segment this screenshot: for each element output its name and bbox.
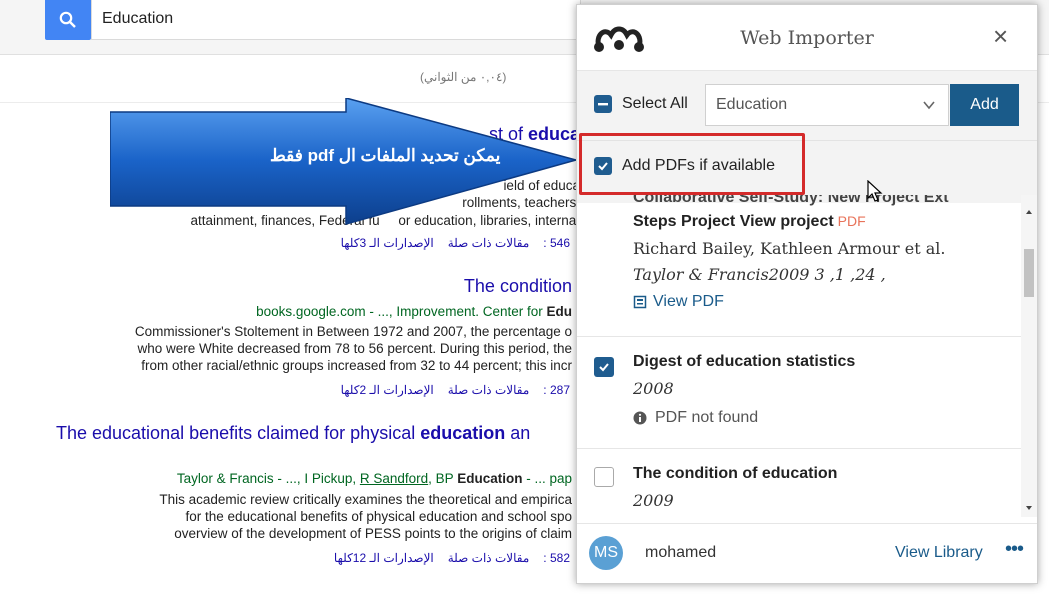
- list-item: Collaborative Self-Study: New Project Ex…: [577, 195, 1022, 337]
- item-checkbox[interactable]: [594, 357, 614, 377]
- search-icon: [59, 11, 76, 28]
- panel-title: Web Importer: [740, 27, 874, 49]
- list-item: The condition of education 2009: [577, 449, 1022, 517]
- importer-toolbar: Select All Education Add: [577, 71, 1037, 141]
- annotation-arrow: يمكن تحديد الملفات ال pdf فقط: [109, 97, 580, 228]
- result-3-snippet: This academic review critically examines…: [159, 492, 572, 541]
- add-button[interactable]: Add: [950, 84, 1019, 126]
- result-2-links[interactable]: 287 :مقالات ذات صلةالإصدارات الـ 2كلها: [300, 382, 570, 399]
- indeterminate-checkbox-icon: [594, 95, 612, 113]
- folder-select[interactable]: Education: [705, 84, 949, 126]
- pdf-file-icon: [633, 295, 647, 309]
- result-2-title[interactable]: The condition: [60, 277, 572, 295]
- scroll-thumb[interactable]: [1024, 249, 1034, 297]
- result-2-snippet: Commissioner's Stoltement in Between 197…: [134, 324, 572, 373]
- result-3: The educational benefits claimed for phy…: [56, 424, 576, 442]
- result-3-source: Taylor & Francis - ..., I Pickup, R Sand…: [176, 471, 572, 486]
- select-all-checkbox[interactable]: Select All: [594, 95, 688, 113]
- checkbox-checked-icon: [594, 157, 612, 175]
- pdf-status: PDF not found: [633, 409, 758, 427]
- chevron-down-icon: [923, 101, 935, 110]
- folder-select-value: Education: [716, 96, 788, 113]
- item-title[interactable]: Digest of education statistics: [633, 353, 855, 371]
- item-meta: Taylor & Francis2009 3 ,1 ,24 ,: [633, 265, 886, 284]
- result-1-links[interactable]: 546 :مقالات ذات صلةالإصدارات الـ 3كلها: [300, 235, 570, 252]
- item-year: 2009: [633, 491, 674, 510]
- web-importer-panel: Web Importer × Select All Education Add …: [576, 4, 1038, 584]
- item-year: 2008: [633, 379, 674, 398]
- close-icon[interactable]: ×: [993, 23, 1008, 49]
- list-scrollbar[interactable]: [1021, 195, 1037, 517]
- select-all-label: Select All: [622, 95, 688, 112]
- result-3-links[interactable]: 582 :مقالات ذات صلةالإصدارات الـ 12كلها: [300, 550, 570, 567]
- list-item: Digest of education statistics 2008 PDF …: [577, 337, 1022, 449]
- scroll-up-icon[interactable]: [1021, 205, 1037, 219]
- avatar[interactable]: MS: [589, 536, 623, 570]
- item-authors: Richard Bailey, Kathleen Armour et al.: [633, 239, 946, 258]
- item-title[interactable]: The condition of education: [633, 465, 837, 483]
- view-library-link[interactable]: View Library: [895, 544, 983, 562]
- results-stats: (٠,٠٤ من الثواني): [420, 70, 507, 84]
- panel-header: Web Importer ×: [577, 5, 1037, 71]
- add-pdfs-label: Add PDFs if available: [622, 157, 775, 174]
- scroll-down-icon[interactable]: [1021, 501, 1037, 515]
- arrow-label: يمكن تحديد الملفات ال pdf فقط: [270, 146, 501, 165]
- search-button[interactable]: [45, 0, 91, 40]
- add-pdfs-checkbox[interactable]: Add PDFs if available: [594, 157, 775, 175]
- panel-footer: MS mohamed View Library •••: [577, 523, 1037, 583]
- item-title-top: Collaborative Self-Study: New Project Ex…: [633, 195, 949, 206]
- result-2-source: books.google.com - ..., Improvement. Cen…: [256, 304, 572, 319]
- mouse-cursor-icon: [867, 180, 883, 202]
- pdf-tag: PDF: [837, 213, 866, 229]
- view-pdf-link[interactable]: View PDF: [633, 293, 724, 311]
- search-input[interactable]: Education: [91, 0, 581, 40]
- more-options-icon[interactable]: •••: [1005, 538, 1024, 561]
- reference-list: Collaborative Self-Study: New Project Ex…: [577, 195, 1022, 517]
- result-3-title[interactable]: The educational benefits claimed for phy…: [56, 424, 576, 442]
- item-checkbox[interactable]: [594, 467, 614, 487]
- user-name: mohamed: [645, 544, 717, 561]
- item-title[interactable]: Steps Project View project PDF: [633, 213, 866, 231]
- result-2: The condition: [60, 277, 572, 295]
- info-icon: [633, 411, 647, 425]
